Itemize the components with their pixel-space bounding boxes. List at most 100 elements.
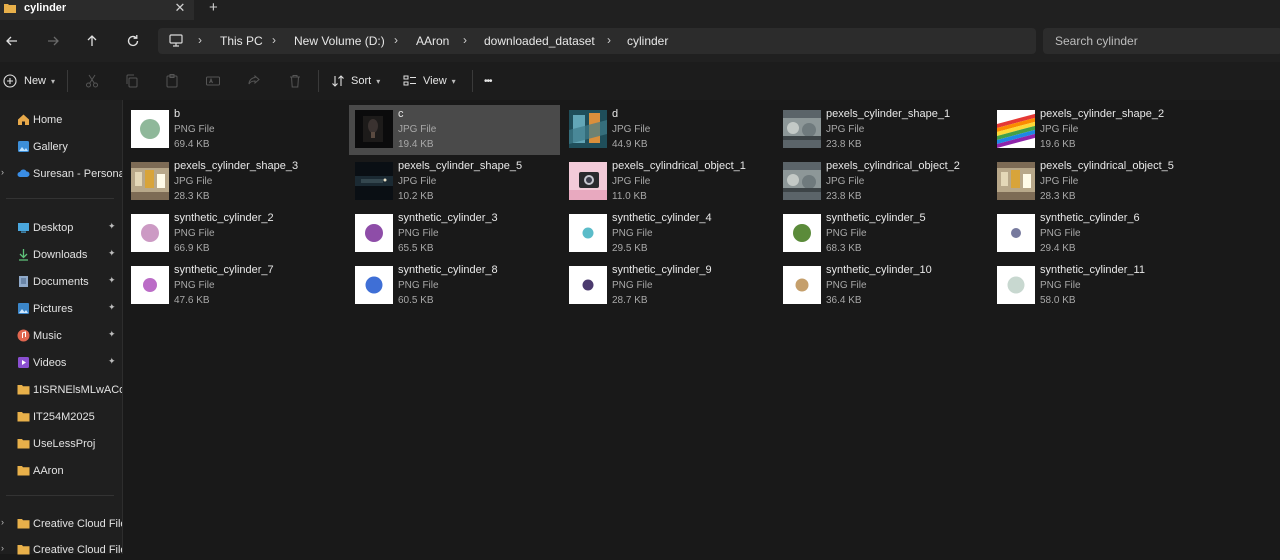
refresh-button[interactable] xyxy=(124,32,142,50)
sidebar-item-label: Downloads xyxy=(33,249,88,261)
file-item-c[interactable]: c JPG File 19.4 KB xyxy=(349,105,560,155)
file-type: JPG File xyxy=(174,176,213,187)
file-type: PNG File xyxy=(826,228,867,239)
file-name: pexels_cylinder_shape_1 xyxy=(826,108,951,120)
png-thumbnail-icon xyxy=(569,214,607,252)
sidebar-item-desktop[interactable]: Desktop ✦ xyxy=(0,218,122,238)
pin-icon[interactable]: ✦ xyxy=(108,302,116,313)
file-item-pexels-cylinder-shape-5[interactable]: pexels_cylinder_shape_5 JPG File 10.2 KB xyxy=(349,157,560,207)
arrow-right-icon xyxy=(48,36,59,46)
pin-icon[interactable]: ✦ xyxy=(108,329,116,340)
sidebar-item-folder-it254m2025[interactable]: IT254M2025 xyxy=(0,407,122,427)
file-size: 23.8 KB xyxy=(826,139,862,150)
file-item-synthetic-cylinder-4[interactable]: synthetic_cylinder_4 PNG File 29.5 KB xyxy=(563,209,774,259)
file-item-synthetic-cylinder-10[interactable]: synthetic_cylinder_10 PNG File 36.4 KB xyxy=(777,261,988,311)
png-thumbnail-icon xyxy=(783,266,821,304)
plus-circle-icon xyxy=(3,74,17,88)
chevron-down-icon: ▾ xyxy=(51,76,56,86)
share-icon[interactable] xyxy=(246,73,262,89)
sidebar-item-folder-1isrn[interactable]: 1ISRNElsMLwACom xyxy=(0,380,122,400)
file-item-synthetic-cylinder-11[interactable]: synthetic_cylinder_11 PNG File 58.0 KB xyxy=(991,261,1202,311)
copy-icon[interactable] xyxy=(124,73,140,89)
sidebar-item-documents[interactable]: Documents ✦ xyxy=(0,272,122,292)
up-button[interactable] xyxy=(83,32,101,50)
file-item-synthetic-cylinder-7[interactable]: synthetic_cylinder_7 PNG File 47.6 KB xyxy=(125,261,336,311)
sidebar-item-music[interactable]: Music ✦ xyxy=(0,326,122,346)
expand-chevron-icon[interactable]: › xyxy=(1,543,4,553)
file-item-d[interactable]: d JPG File 44.9 KB xyxy=(563,105,774,155)
cut-icon[interactable] xyxy=(84,73,100,89)
file-size: 19.6 KB xyxy=(1040,139,1076,150)
view-button[interactable]: View ▾ xyxy=(403,72,456,90)
file-item-b[interactable]: b PNG File 69.4 KB xyxy=(125,105,336,155)
breadcrumb-new-volume[interactable]: New Volume (D:) xyxy=(294,34,385,48)
sidebar-item-folder-aaron[interactable]: AAron xyxy=(0,461,122,481)
more-options-button[interactable]: ••• xyxy=(484,72,492,90)
file-item-pexels-cylindrical-object-1[interactable]: pexels_cylindrical_object_1 JPG File 11.0 … xyxy=(563,157,774,207)
paste-icon[interactable] xyxy=(164,73,180,89)
file-item-pexels-cylindrical-object-2[interactable]: pexels_cylindrical_object_2 JPG File 23.8 … xyxy=(777,157,988,207)
pin-icon[interactable]: ✦ xyxy=(108,356,116,367)
sidebar-item-home[interactable]: Home xyxy=(0,110,122,130)
file-item-synthetic-cylinder-5[interactable]: synthetic_cylinder_5 PNG File 68.3 KB xyxy=(777,209,988,259)
forward-button[interactable] xyxy=(44,32,62,50)
close-tab-icon[interactable]: ✕ xyxy=(173,0,187,16)
file-type: JPG File xyxy=(1040,176,1079,187)
pin-icon[interactable]: ✦ xyxy=(108,248,116,259)
breadcrumb-downloaded-dataset[interactable]: downloaded_dataset xyxy=(484,34,595,48)
desktop-icon xyxy=(18,223,29,233)
thumbnail-dot xyxy=(793,224,811,242)
file-type: JPG File xyxy=(826,176,865,187)
pin-icon[interactable]: ✦ xyxy=(108,221,116,232)
file-item-synthetic-cylinder-2[interactable]: synthetic_cylinder_2 PNG File 66.9 KB xyxy=(125,209,336,259)
file-type: JPG File xyxy=(612,124,651,135)
file-type: PNG File xyxy=(612,280,653,291)
folder-icon xyxy=(4,4,16,13)
search-box[interactable] xyxy=(1043,28,1280,54)
address-bar[interactable]: › This PC › New Volume (D:) › AAron › do… xyxy=(158,28,1036,54)
new-button[interactable]: New ▾ xyxy=(3,72,55,90)
search-input[interactable] xyxy=(1055,33,1275,49)
sidebar-item-pictures[interactable]: Pictures ✦ xyxy=(0,299,122,319)
sidebar-item-label: Suresan - Personal xyxy=(33,168,122,180)
sidebar-item-creative-cloud[interactable]: › Creative Cloud Files xyxy=(0,514,122,534)
sidebar-item-onedrive[interactable]: › Suresan - Personal xyxy=(0,164,122,184)
delete-icon[interactable] xyxy=(287,73,303,89)
breadcrumb-cylinder[interactable]: cylinder xyxy=(627,34,668,48)
sidebar-item-downloads[interactable]: Downloads ✦ xyxy=(0,245,122,265)
breadcrumb-separator: › xyxy=(607,33,611,47)
file-item-synthetic-cylinder-3[interactable]: synthetic_cylinder_3 PNG File 65.5 KB xyxy=(349,209,560,259)
file-size: 36.4 KB xyxy=(826,295,862,306)
file-type: JPG File xyxy=(398,124,437,135)
png-thumbnail-icon xyxy=(569,266,607,304)
file-item-pexels-cylinder-shape-1[interactable]: pexels_cylinder_shape_1 JPG File 23.8 KB xyxy=(777,105,988,155)
expand-chevron-icon[interactable]: › xyxy=(1,517,4,527)
expand-chevron-icon[interactable]: › xyxy=(1,167,4,177)
sidebar-item-gallery[interactable]: Gallery xyxy=(0,137,122,157)
file-type: PNG File xyxy=(1040,280,1081,291)
tab-cylinder[interactable]: cylinder ✕ xyxy=(0,0,194,20)
file-item-pexels-cylinder-shape-2[interactable]: pexels_cylinder_shape_2 JPG File 19.6 KB xyxy=(991,105,1202,155)
file-item-synthetic-cylinder-9[interactable]: synthetic_cylinder_9 PNG File 28.7 KB xyxy=(563,261,774,311)
file-item-pexels-cylinder-shape-3[interactable]: pexels_cylinder_shape_3 JPG File 28.3 KB xyxy=(125,157,336,207)
breadcrumb-aaron[interactable]: AAron xyxy=(416,34,449,48)
sort-label: Sort xyxy=(351,75,372,87)
navigation-pane: Home Gallery › Suresan - Personal Deskto… xyxy=(0,100,123,556)
sidebar-item-videos[interactable]: Videos ✦ xyxy=(0,353,122,373)
breadcrumb-separator: › xyxy=(198,33,202,47)
sidebar-item-creative-cloud-2[interactable]: › Creative Cloud Files xyxy=(0,540,122,560)
new-tab-button[interactable]: + xyxy=(209,0,218,16)
file-item-synthetic-cylinder-6[interactable]: synthetic_cylinder_6 PNG File 29.4 KB xyxy=(991,209,1202,259)
file-name: synthetic_cylinder_5 xyxy=(826,212,926,224)
file-item-pexels-cylindrical-object-5[interactable]: pexels_cylindrical_object_5 JPG File 28.3 … xyxy=(991,157,1202,207)
file-item-synthetic-cylinder-8[interactable]: synthetic_cylinder_8 PNG File 60.5 KB xyxy=(349,261,560,311)
sort-button[interactable]: Sort ▾ xyxy=(331,72,380,90)
back-button[interactable] xyxy=(3,32,21,50)
breadcrumb-this-pc[interactable]: This PC xyxy=(220,34,263,48)
file-name: synthetic_cylinder_10 xyxy=(826,264,932,276)
documents-icon xyxy=(19,276,28,287)
rename-icon[interactable] xyxy=(205,73,221,89)
file-type: JPG File xyxy=(1040,124,1079,135)
pin-icon[interactable]: ✦ xyxy=(108,275,116,286)
sidebar-item-folder-uselessproj[interactable]: UseLessProj xyxy=(0,434,122,454)
